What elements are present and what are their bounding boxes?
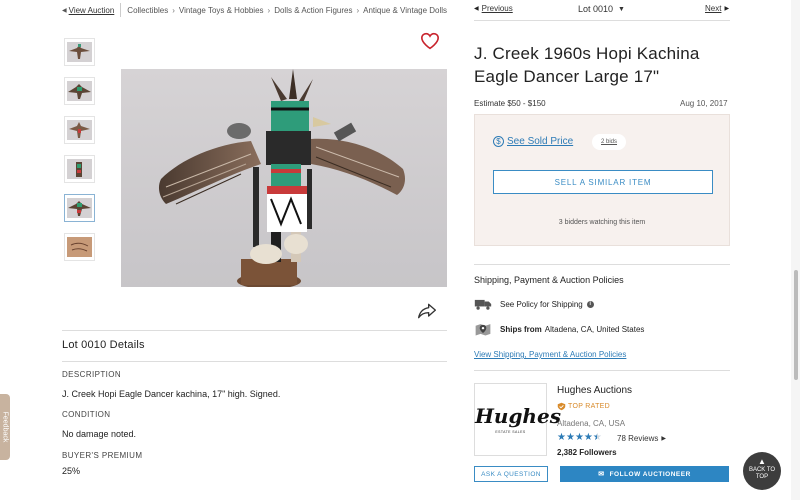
chevron-left-icon: ◀ <box>474 6 479 12</box>
envelope-icon: ✉ <box>598 471 605 478</box>
thumbnail-image <box>67 42 92 62</box>
reviews-link[interactable]: 78 Reviews ▶ <box>617 434 666 443</box>
thumbnail[interactable] <box>64 116 95 144</box>
thumbnail[interactable] <box>64 38 95 66</box>
auctioneer-location: Altadena, CA, USA <box>557 419 626 428</box>
chevron-right-icon: › <box>172 5 175 15</box>
scrollbar-track[interactable] <box>791 0 800 500</box>
follow-auctioneer-button[interactable]: ✉ FOLLOW AUCTIONEER <box>560 466 729 482</box>
caret-down-icon: ▼ <box>618 5 625 13</box>
breadcrumb: ◀ View Auction Collectibles › Vintage To… <box>62 3 447 17</box>
thumbnail[interactable] <box>64 155 95 183</box>
ships-from-label: Ships from <box>500 324 542 334</box>
see-sold-price[interactable]: $ See Sold Price <box>493 136 573 147</box>
back-to-top-label: BACK TO TOP <box>748 467 776 480</box>
sell-similar-item-button[interactable]: SELL A SIMILAR ITEM <box>493 170 713 194</box>
thumbnail-image <box>67 81 92 101</box>
lot-selector[interactable]: Lot 0010 ▼ <box>578 4 625 14</box>
next-label: Next <box>705 4 722 13</box>
logo-wordmark: Hughes <box>475 404 561 428</box>
description-label: DESCRIPTION <box>62 370 122 379</box>
star-icon: ★ <box>557 432 566 443</box>
thumbnail-selected[interactable] <box>64 194 95 222</box>
condition-value: No damage noted. <box>62 429 137 439</box>
caret-up-icon: ▲ <box>758 457 766 466</box>
star-rating: ★ ★ ★ ★ ★★ <box>557 432 602 443</box>
share-icon[interactable] <box>417 302 437 320</box>
reviews-count: 78 Reviews <box>617 434 659 443</box>
description-value: J. Creek Hopi Eagle Dancer kachina, 17" … <box>62 389 281 399</box>
bidders-watching-text: 3 bidders watching this item <box>558 219 646 226</box>
next-lot-link[interactable]: Next ▶ <box>705 4 729 13</box>
top-rated-label: TOP RATED <box>568 403 610 410</box>
condition-label: CONDITION <box>62 410 111 419</box>
divider <box>474 370 730 371</box>
see-sold-price-link: See Sold Price <box>507 136 574 147</box>
favorite-heart-icon[interactable] <box>420 32 440 50</box>
chevron-right-icon: ▶ <box>661 436 666 442</box>
info-icon[interactable]: i <box>586 300 594 308</box>
truck-icon <box>474 299 492 310</box>
thumbnail-image <box>67 120 92 140</box>
divider <box>62 330 447 331</box>
ships-from-location: Altadena, CA, United States <box>544 324 645 334</box>
chevron-right-icon: › <box>356 5 360 15</box>
estimate: Estimate $50 - $150 <box>474 99 546 108</box>
back-to-top-button[interactable]: ▲ BACK TO TOP <box>743 452 781 490</box>
map-pin-icon <box>475 324 491 336</box>
followers-count: 2,382 Followers <box>557 448 617 457</box>
item-title: J. Creek 1960s Hopi Kachina Eagle Dancer… <box>474 44 700 86</box>
divider <box>474 264 730 265</box>
star-icon: ★ <box>574 432 584 443</box>
chevron-right-icon: › <box>267 5 271 15</box>
breadcrumb-item[interactable]: Dolls & Action Figures <box>274 6 352 15</box>
divider <box>120 3 122 17</box>
auction-date: Aug 10, 2017 <box>680 99 728 108</box>
thumbnail[interactable] <box>64 233 95 261</box>
divider <box>474 20 730 21</box>
chevron-right-icon: ▶ <box>724 6 730 12</box>
star-icon: ★ <box>565 432 575 443</box>
shield-check-icon <box>557 402 566 411</box>
auctioneer-logo[interactable]: Hughes ESTATE SALES <box>474 383 561 456</box>
half-star-icon: ★★ <box>592 432 602 443</box>
ships-from-row: Ships from Altadena, CA, United States <box>474 322 644 336</box>
lot-number: Lot 0010 <box>578 4 614 14</box>
buyers-premium-value: 25% <box>62 466 81 476</box>
ask-question-button[interactable]: ASK A QUESTION <box>474 466 548 482</box>
breadcrumb-item[interactable]: Vintage Toys & Hobbies <box>179 6 264 15</box>
scrollbar-thumb[interactable] <box>794 270 798 380</box>
feedback-label: Feedback <box>1 411 9 443</box>
bids-count-badge[interactable]: 2 bids <box>592 134 627 150</box>
breadcrumb-item[interactable]: Antique & Vintage Dolls <box>363 6 447 15</box>
shipping-heading: Shipping, Payment & Auction Policies <box>474 275 624 285</box>
top-rated-badge: TOP RATED <box>557 402 610 411</box>
breadcrumb-item[interactable]: Collectibles <box>127 6 168 15</box>
shipping-policy-label: See Policy for Shipping <box>500 299 583 309</box>
previous-lot-link[interactable]: ◀ Previous <box>474 4 513 13</box>
main-item-image[interactable] <box>121 69 447 287</box>
kachina-eagle-dancer-image <box>158 69 405 287</box>
chevron-left-icon: ◀ <box>62 7 67 14</box>
bid-box: $ See Sold Price 2 bids SELL A SIMILAR I… <box>474 114 730 246</box>
previous-label: Previous <box>481 4 513 13</box>
thumbnail-image <box>67 159 92 179</box>
view-policies-link[interactable]: View Shipping, Payment & Auction Policie… <box>474 350 626 359</box>
shipping-policy-row[interactable]: See Policy for Shipping i <box>474 297 594 311</box>
feedback-tab[interactable]: Feedback <box>0 394 10 460</box>
auctioneer-name[interactable]: Hughes Auctions <box>557 385 632 396</box>
view-auction-link[interactable]: View Auction <box>69 6 115 15</box>
thumbnail-image <box>67 237 92 257</box>
thumbnail-image <box>67 198 92 218</box>
follow-label: FOLLOW AUCTIONEER <box>609 470 691 478</box>
logo-subtitle: ESTATE SALES <box>495 430 526 434</box>
star-icon: ★ <box>583 432 593 443</box>
dollar-circle-icon: $ <box>493 136 504 147</box>
buyers-premium-label: BUYER'S PREMIUM <box>62 451 143 460</box>
lot-details-heading: Lot 0010 Details <box>62 339 145 351</box>
divider <box>62 361 447 362</box>
thumbnail[interactable] <box>64 77 95 105</box>
